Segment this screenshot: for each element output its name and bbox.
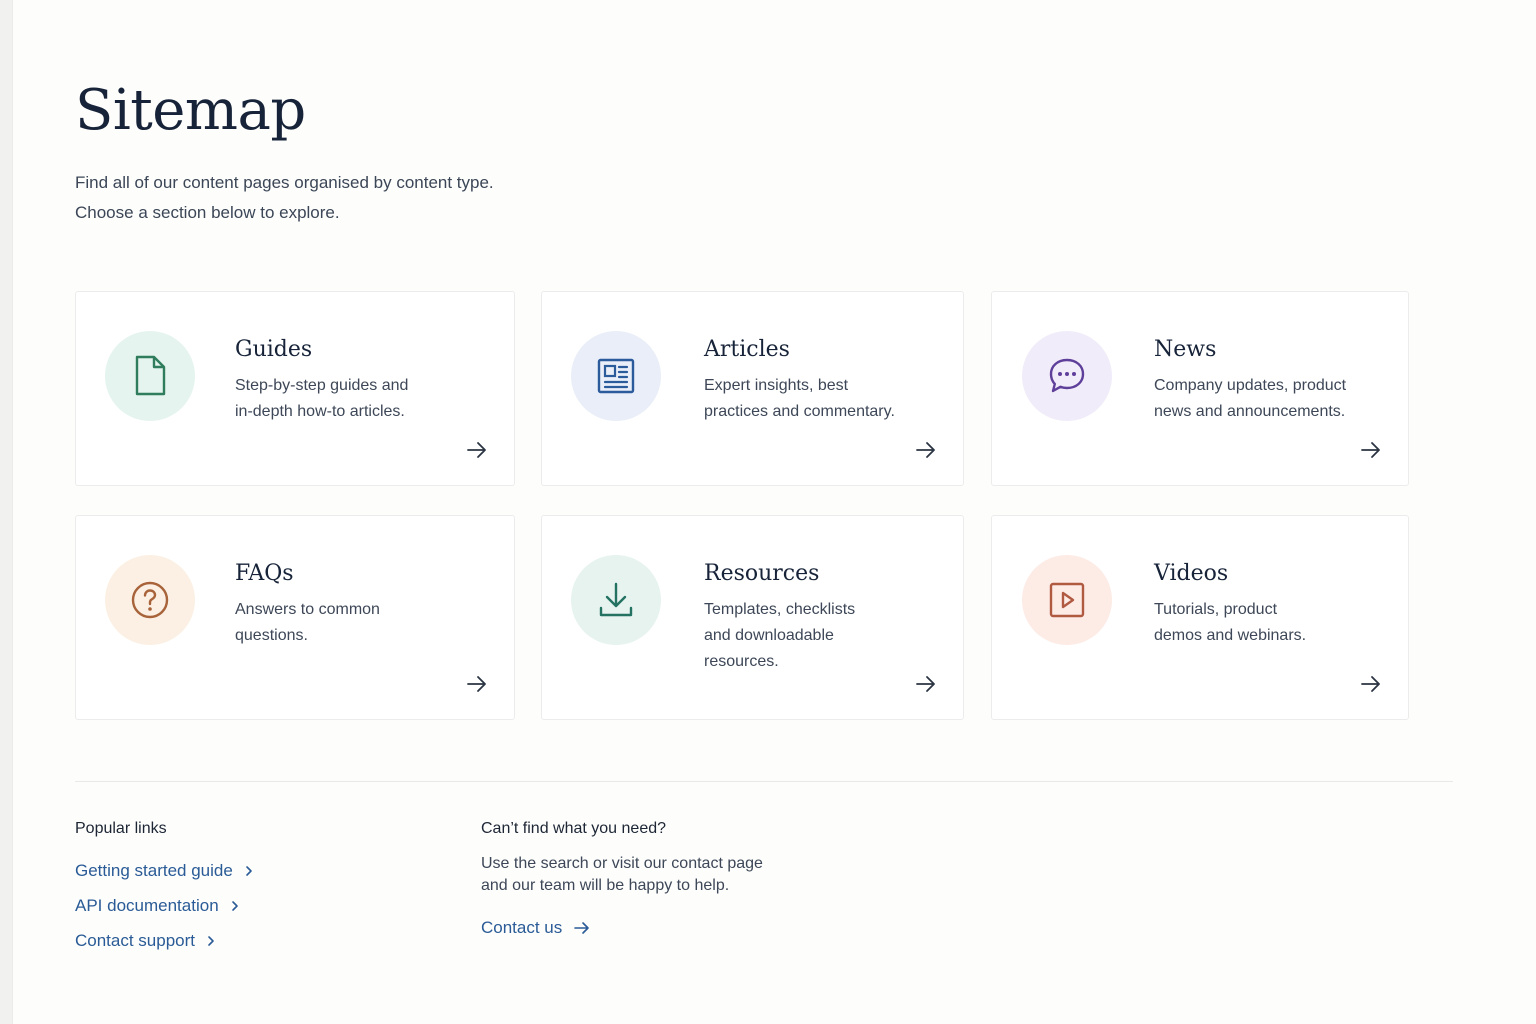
card-title: Guides: [235, 337, 313, 362]
arrow-right-icon[interactable]: [915, 673, 937, 695]
card-resources[interactable]: Resources Templates, checklists and down…: [541, 515, 964, 720]
contact-us-label[interactable]: Contact us: [481, 918, 562, 938]
card-description-line: Answers to common: [235, 601, 380, 618]
arrow-right-icon: [574, 922, 590, 934]
page-intro: Find all of our content pages organised …: [75, 168, 494, 228]
document-icon: [135, 355, 166, 396]
card-articles[interactable]: Articles Expert insights, best practices…: [541, 291, 964, 486]
intro-line: Find all of our content pages organised …: [75, 173, 494, 192]
icon-circle: [571, 331, 661, 421]
icon-circle: [571, 555, 661, 645]
arrow-right-icon[interactable]: [466, 673, 488, 695]
card-description-line: resources.: [704, 653, 779, 670]
card-description: Tutorials, product demos and webinars.: [1154, 597, 1306, 649]
card-title: Resources: [704, 561, 820, 586]
download-icon: [599, 582, 633, 617]
card-description-line: in-depth how-to articles.: [235, 403, 405, 420]
card-guides[interactable]: Guides Step-by-step guides and in-depth …: [75, 291, 515, 486]
card-title: Articles: [704, 337, 790, 362]
section-divider: [75, 781, 1453, 782]
newspaper-icon: [597, 358, 635, 394]
help-text: Use the search or visit our contact page…: [481, 853, 763, 897]
card-news[interactable]: News Company updates, product news and a…: [991, 291, 1409, 486]
icon-circle: [1022, 331, 1112, 421]
icon-circle: [1022, 555, 1112, 645]
link-contact-support[interactable]: Contact support: [75, 931, 217, 951]
card-description-line: demos and webinars.: [1154, 627, 1307, 644]
card-title: FAQs: [235, 561, 294, 586]
card-description-line: Tutorials, product: [1154, 601, 1278, 618]
card-description-line: practices and commentary.: [704, 403, 895, 420]
arrow-right-icon[interactable]: [1360, 673, 1382, 695]
card-description-line: questions.: [235, 627, 308, 644]
card-description-line: Company updates, product: [1154, 377, 1347, 394]
contact-us-link[interactable]: Contact us: [481, 918, 590, 938]
link-label[interactable]: Getting started guide: [75, 861, 233, 881]
popular-links-heading: Popular links: [75, 820, 167, 837]
link-label[interactable]: API documentation: [75, 896, 219, 916]
chevron-right-icon: [231, 901, 238, 911]
chevron-right-icon: [208, 936, 214, 946]
card-faqs[interactable]: FAQs Answers to common questions.: [75, 515, 515, 720]
arrow-right-icon[interactable]: [466, 439, 488, 461]
link-api-documentation[interactable]: API documentation: [75, 896, 241, 916]
card-description: Answers to common questions.: [235, 597, 380, 649]
card-title: Videos: [1154, 561, 1229, 586]
arrow-right-icon[interactable]: [1360, 439, 1382, 461]
help-text-line: Use the search or visit our contact page: [481, 855, 763, 872]
card-description: Company updates, product news and announ…: [1154, 373, 1346, 425]
help-heading: Can’t find what you need?: [481, 820, 667, 837]
card-title: News: [1154, 337, 1217, 362]
card-description-line: Step-by-step guides and: [235, 377, 409, 394]
card-description-line: and downloadable: [704, 627, 834, 644]
link-getting-started[interactable]: Getting started guide: [75, 861, 255, 881]
card-description: Step-by-step guides and in-depth how-to …: [235, 373, 408, 425]
link-label[interactable]: Contact support: [75, 931, 195, 951]
icon-circle: [105, 555, 195, 645]
card-description-line: news and announcements.: [1154, 403, 1346, 420]
icon-circle: [105, 331, 195, 421]
arrow-right-icon[interactable]: [915, 439, 937, 461]
card-description-line: Templates, checklists: [704, 601, 856, 618]
card-description: Expert insights, best practices and comm…: [704, 373, 895, 425]
card-videos[interactable]: Videos Tutorials, product demos and webi…: [991, 515, 1409, 720]
card-description: Templates, checklists and downloadable r…: [704, 597, 855, 675]
left-rail: [0, 0, 13, 1024]
question-circle-icon: [131, 581, 169, 619]
chevron-right-icon: [246, 866, 252, 876]
card-description-line: Expert insights, best: [704, 377, 849, 394]
page-title: Sitemap: [75, 78, 306, 143]
chat-bubble-icon: [1049, 358, 1085, 393]
help-text-line: and our team will be happy to help.: [481, 877, 730, 894]
play-video-icon: [1049, 582, 1085, 618]
intro-line: Choose a section below to explore.: [75, 203, 340, 222]
